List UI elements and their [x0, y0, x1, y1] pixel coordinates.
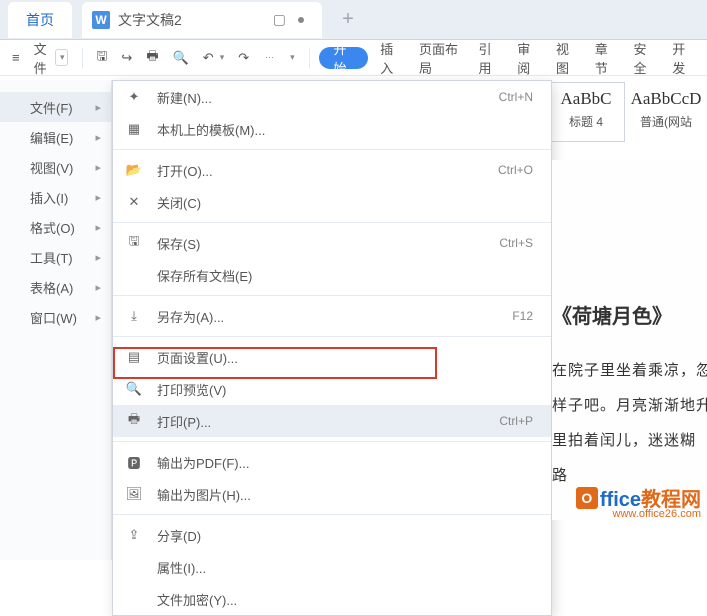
ribbon-tab-start[interactable]: 开始 — [319, 47, 368, 69]
style-heading4[interactable]: AaBbC 标题 4 — [547, 82, 625, 142]
menuitem-templates[interactable]: ▦ 本机上的模板(M)... — [113, 113, 551, 145]
sidebar-item-window[interactable]: 窗口(W)▸ — [0, 302, 111, 332]
menu-separator — [113, 222, 551, 223]
menuitem-print[interactable]: 🖶 打印(P)... Ctrl+P — [113, 405, 551, 437]
style-sample: AaBbCcD — [631, 89, 702, 109]
sidebar-item-edit[interactable]: 编辑(E)▸ — [0, 122, 111, 152]
home-tab[interactable]: 首页 — [8, 2, 72, 38]
hamburger-icon[interactable]: ≡ — [8, 46, 24, 69]
ribbon-tab-review[interactable]: 审阅 — [511, 39, 544, 77]
menu-separator — [113, 149, 551, 150]
blank-icon — [125, 266, 143, 284]
doc-text-line: 路 — [552, 464, 707, 485]
style-normal-web[interactable]: AaBbCcD 普通(网站 — [627, 82, 705, 142]
preview-icon[interactable]: 🔍 — [169, 46, 193, 70]
blank-icon — [125, 558, 143, 576]
screen-icon[interactable]: ▢ — [273, 11, 286, 28]
ribbon-tab-page-layout[interactable]: 页面布局 — [413, 39, 467, 77]
export-icon[interactable]: ↪ — [117, 46, 136, 70]
ribbon-tab-references[interactable]: 引用 — [472, 39, 505, 77]
menuitem-encrypt[interactable]: 文件加密(Y)... — [113, 583, 551, 615]
document-tab[interactable]: W 文字文稿2 ▢ — [82, 2, 322, 38]
menuitem-page-setup[interactable]: ▤ 页面设置(U)... — [113, 341, 551, 373]
folder-open-icon: 📂 — [125, 161, 143, 179]
ribbon-tab-dev[interactable]: 开发 — [666, 39, 699, 77]
style-name: 标题 4 — [569, 113, 603, 130]
blank-icon — [125, 590, 143, 608]
doc-heading: 《荷塘月色》 — [552, 300, 707, 329]
file-submenu-sidebar: 文件(F)▸ 编辑(E)▸ 视图(V)▸ 插入(I)▸ 格式(O)▸ 工具(T)… — [0, 80, 112, 560]
sidebar-item-format[interactable]: 格式(O)▸ — [0, 212, 111, 242]
ribbon-tab-insert[interactable]: 插入 — [374, 39, 407, 77]
ribbon-tab-view[interactable]: 视图 — [550, 39, 583, 77]
document-name: 文字文稿2 — [118, 10, 182, 30]
sidebar-item-table[interactable]: 表格(A)▸ — [0, 272, 111, 302]
watermark-url: www.office26.com — [613, 508, 701, 520]
unsaved-dot-icon — [298, 17, 304, 23]
menuitem-new[interactable]: ✦ 新建(N)... Ctrl+N — [113, 81, 551, 113]
redo-icon[interactable]: ↷ — [234, 46, 253, 70]
printer-icon: 🖶 — [125, 412, 143, 430]
doc-text-line: 里拍着闰儿，迷迷糊 — [552, 429, 707, 450]
menuitem-export-image[interactable]: 🖼 输出为图片(H)... — [113, 478, 551, 510]
pdf-icon: 🅿 — [125, 453, 143, 471]
file-dropdown: ✦ 新建(N)... Ctrl+N ▦ 本机上的模板(M)... 📂 打开(O)… — [112, 80, 552, 616]
save-icon: 🖫 — [125, 234, 143, 252]
doc-text-line: 在院子里坐着乘凉，忽 — [552, 359, 707, 380]
style-sample: AaBbC — [561, 89, 612, 109]
new-tab-button[interactable]: + — [330, 2, 366, 38]
sidebar-item-insert[interactable]: 插入(I)▸ — [0, 182, 111, 212]
undo-icon[interactable]: ↶▾ — [199, 46, 228, 70]
page-setup-icon: ▤ — [125, 348, 143, 366]
file-menu-button[interactable]: 文件 ▾ — [30, 35, 72, 81]
menuitem-print-preview[interactable]: 🔍 打印预览(V) — [113, 373, 551, 405]
doc-text-line: 样子吧。月亮渐渐地升 — [552, 394, 707, 415]
menuitem-save-all[interactable]: 保存所有文档(E) — [113, 259, 551, 291]
save-as-icon: ⤓ — [125, 307, 143, 325]
word-doc-icon: W — [92, 11, 110, 29]
sidebar-item-view[interactable]: 视图(V)▸ — [0, 152, 111, 182]
sidebar-item-tools[interactable]: 工具(T)▸ — [0, 242, 111, 272]
menuitem-close[interactable]: ✕ 关闭(C) — [113, 186, 551, 218]
divider — [309, 48, 310, 68]
share-icon: ⇪ — [125, 526, 143, 544]
menuitem-save-as[interactable]: ⤓ 另存为(A)... F12 — [113, 300, 551, 332]
menu-separator — [113, 441, 551, 442]
ribbon-tab-security[interactable]: 安全 — [627, 39, 660, 77]
menu-separator — [113, 295, 551, 296]
menuitem-properties[interactable]: 属性(I)... — [113, 551, 551, 583]
more-icon[interactable]: ⋯ — [261, 48, 278, 67]
print-icon[interactable]: 🖶 — [142, 43, 162, 73]
document-canvas[interactable]: 《荷塘月色》 在院子里坐着乘凉，忽 样子吧。月亮渐渐地升 里拍着闰儿，迷迷糊 路 — [552, 160, 707, 520]
sidebar-item-file[interactable]: 文件(F)▸ — [0, 92, 111, 122]
menuitem-save[interactable]: 🖫 保存(S) Ctrl+S — [113, 227, 551, 259]
menuitem-open[interactable]: 📂 打开(O)... Ctrl+O — [113, 154, 551, 186]
style-name: 普通(网站 — [640, 113, 692, 130]
ribbon-tab-chapter[interactable]: 章节 — [589, 39, 622, 77]
divider — [82, 48, 83, 68]
close-icon: ✕ — [125, 193, 143, 211]
menu-separator — [113, 514, 551, 515]
menuitem-export-pdf[interactable]: 🅿 输出为PDF(F)... — [113, 446, 551, 478]
watermark-badge-icon: O — [576, 487, 598, 509]
template-icon: ▦ — [125, 120, 143, 138]
image-icon: 🖼 — [125, 485, 143, 503]
menu-separator — [113, 336, 551, 337]
overflow-icon[interactable]: ▾ — [286, 48, 299, 67]
new-file-icon: ✦ — [125, 88, 143, 106]
print-preview-icon: 🔍 — [125, 380, 143, 398]
save-icon[interactable]: 🖫 — [92, 43, 111, 73]
menuitem-share[interactable]: ⇪ 分享(D) — [113, 519, 551, 551]
